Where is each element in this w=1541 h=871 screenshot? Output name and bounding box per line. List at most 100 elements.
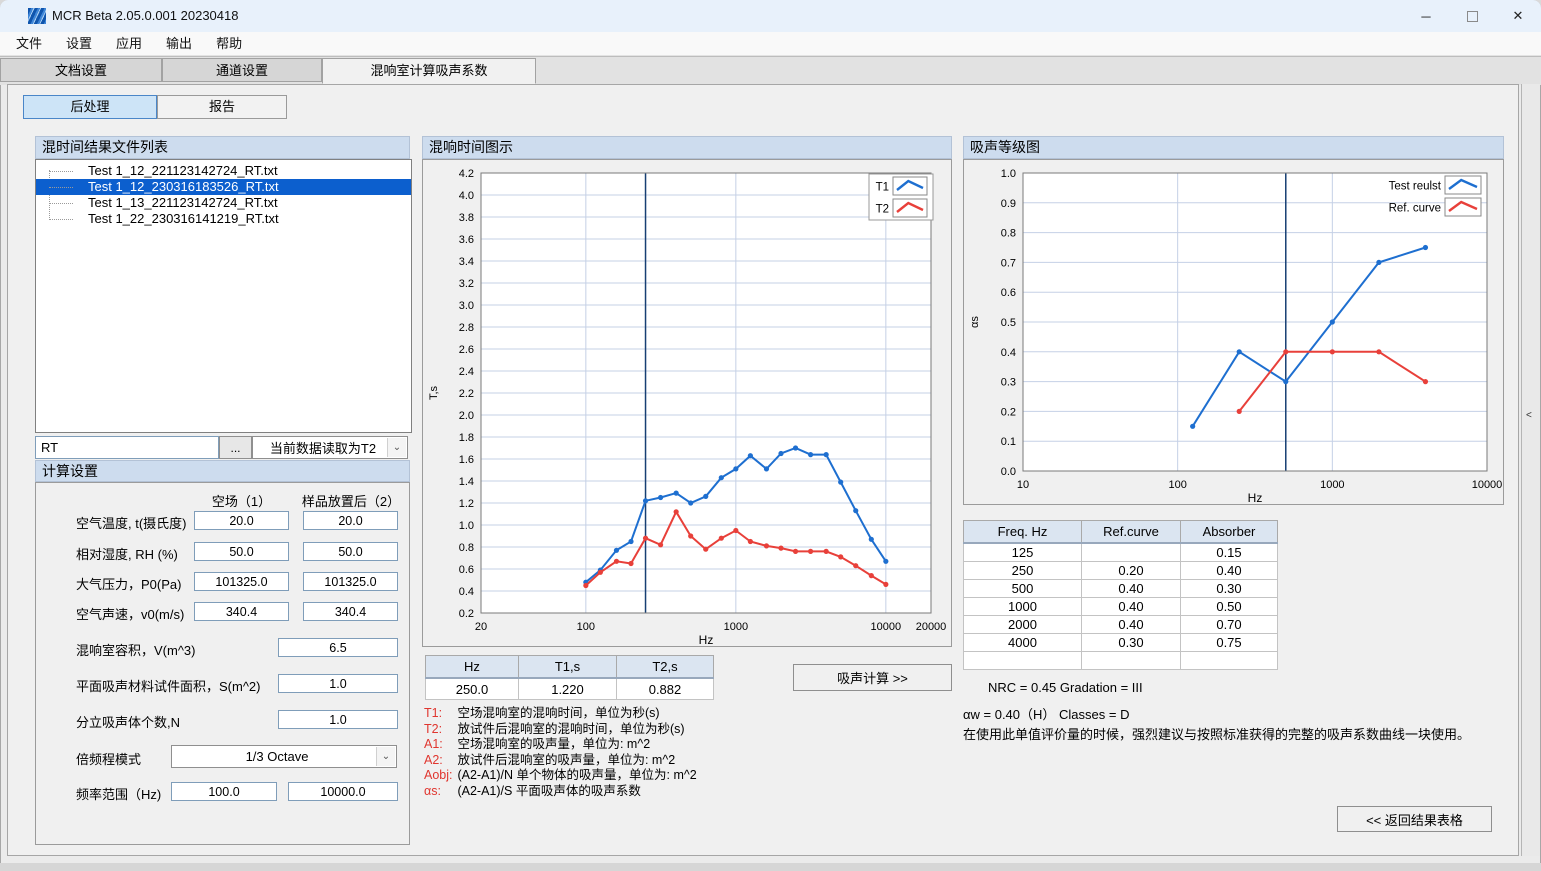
legend-notes: T1: 空场混响室的混响时间，单位为秒(s)T2: 放试件后混响室的混响时间，单…: [424, 706, 697, 800]
subtab-1[interactable]: 后处理: [23, 95, 157, 119]
calc-input-field2[interactable]: 50.0: [303, 542, 398, 561]
calc-input-field2[interactable]: 340.4: [303, 602, 398, 621]
y-tick-label: 0.5: [1001, 317, 1016, 329]
data-point: [688, 500, 693, 505]
y-tick-label: 3.8: [459, 212, 474, 224]
tab-3[interactable]: 混响室计算吸声系数: [322, 58, 536, 84]
tree-branch-icon: [49, 219, 73, 220]
y-tick-label: 0.0: [1001, 466, 1016, 478]
rt-chart-panel: 0.20.40.60.81.01.21.41.61.82.02.22.42.62…: [422, 159, 952, 647]
x-tick-label: 1000: [1320, 479, 1344, 491]
grade-table-cell: 0.40: [1082, 616, 1181, 634]
note-text: 空场混响室的吸声量，单位为: m^2: [454, 737, 650, 751]
rt-table-row[interactable]: 250.01.2200.882: [426, 678, 714, 700]
rt-chart-canvas: 0.20.40.60.81.01.21.41.61.82.02.22.42.62…: [423, 160, 951, 646]
calc-row-label: 大气压力，P0(Pa): [76, 574, 181, 593]
calc-input-field2[interactable]: 20.0: [303, 511, 398, 530]
y-tick-label: 1.8: [459, 432, 474, 444]
data-point: [614, 548, 619, 553]
file-list-item[interactable]: Test 1_13_221123142724_RT.txt: [36, 195, 411, 211]
calc-input-field1[interactable]: 101325.0: [194, 572, 289, 591]
grade-table-row[interactable]: 20000.400.70: [964, 616, 1278, 634]
grade-table-row[interactable]: 2500.200.40: [964, 562, 1278, 580]
absorption-calc-button[interactable]: 吸声计算 >>: [793, 664, 952, 691]
y-tick-label: 0.3: [1001, 377, 1016, 389]
calc-input-single[interactable]: 6.5: [278, 638, 398, 657]
file-list-item[interactable]: Test 1_12_221123142724_RT.txt: [36, 163, 411, 179]
aw-result: αw = 0.40（H） Classes = D: [963, 704, 1129, 723]
calc-input-field1[interactable]: 340.4: [194, 602, 289, 621]
y-tick-label: 1.0: [1001, 168, 1016, 180]
octave-mode-dropdown[interactable]: 1/3 Octave⌄: [171, 745, 397, 768]
menu-item[interactable]: 应用: [104, 32, 154, 55]
y-tick-label: 0.4: [459, 586, 474, 598]
grade-table-row[interactable]: 40000.300.75: [964, 634, 1278, 652]
menu-item[interactable]: 帮助: [204, 32, 254, 55]
grade-table-header-cell: Freq. Hz: [964, 521, 1082, 544]
x-tick-label: 100: [1168, 479, 1186, 491]
x-tick-label: 100: [577, 621, 595, 633]
window-title: MCR Beta 2.05.0.001 20230418: [52, 8, 238, 23]
calc-input-single[interactable]: 1.0: [278, 674, 398, 693]
col-header-empty-field: 空场（1）: [194, 491, 289, 510]
calc-input-field2[interactable]: 101325.0: [303, 572, 398, 591]
grade-table-header-cell: Ref.curve: [1082, 521, 1181, 544]
grade-table-row[interactable]: 10000.400.50: [964, 598, 1278, 616]
note-key: T2:: [424, 722, 454, 738]
maximize-button[interactable]: [1449, 0, 1495, 32]
subtab-2[interactable]: 报告: [157, 95, 287, 119]
tab-1[interactable]: 文档设置: [0, 58, 162, 82]
calc-input-field1[interactable]: 20.0: [194, 511, 289, 530]
data-mode-dropdown[interactable]: 当前数据读取为T2 ⌄: [252, 436, 408, 459]
window-bottom-edge: [0, 863, 1541, 871]
browse-button[interactable]: ...: [219, 436, 252, 459]
menu-item[interactable]: 设置: [54, 32, 104, 55]
data-point: [748, 539, 753, 544]
grade-table-cell: 250: [964, 562, 1082, 580]
data-point: [658, 542, 663, 547]
grade-table-row[interactable]: 5000.400.30: [964, 580, 1278, 598]
titlebar: MCR Beta 2.05.0.001 20230418 ─ ✕: [0, 0, 1541, 32]
data-point: [719, 536, 724, 541]
grade-table-cell: [1082, 652, 1181, 670]
return-results-button[interactable]: << 返回结果表格: [1337, 806, 1492, 832]
side-splitter[interactable]: <: [1521, 84, 1540, 856]
tab-strip: 文档设置通道设置混响室计算吸声系数: [0, 56, 1541, 85]
grade-table-cell: 1000: [964, 598, 1082, 616]
data-point: [703, 547, 708, 552]
rt-name-input[interactable]: RT: [35, 436, 219, 459]
legend-label: Test reulst: [1389, 181, 1442, 193]
x-tick-label: 10000: [1472, 479, 1503, 491]
data-point: [778, 546, 783, 551]
data-point: [1283, 379, 1288, 384]
y-tick-label: 4.2: [459, 168, 474, 180]
grade-table-row[interactable]: 1250.15: [964, 543, 1278, 562]
y-tick-label: 0.9: [1001, 198, 1016, 210]
calc-input-field1[interactable]: 50.0: [194, 542, 289, 561]
chevron-down-icon[interactable]: ⌄: [376, 747, 395, 766]
x-tick-label: 10000: [871, 621, 902, 633]
close-button[interactable]: ✕: [1495, 0, 1541, 32]
tab-2[interactable]: 通道设置: [162, 58, 322, 82]
freq-range-max[interactable]: 10000.0: [288, 782, 398, 801]
rt-table-header-cell: T1,s: [519, 656, 617, 679]
file-list-item[interactable]: Test 1_22_230316141219_RT.txt: [36, 211, 411, 227]
chevron-down-icon[interactable]: ⌄: [387, 438, 406, 457]
menu-item[interactable]: 文件: [4, 32, 54, 55]
grade-table-cell: [1082, 543, 1181, 562]
y-tick-label: 2.6: [459, 344, 474, 356]
minimize-button[interactable]: ─: [1403, 0, 1449, 32]
y-tick-label: 0.8: [459, 542, 474, 554]
grade-table-cell: 0.70: [1181, 616, 1278, 634]
freq-range-min[interactable]: 100.0: [171, 782, 277, 801]
y-tick-label: 0.2: [459, 608, 474, 620]
calc-input-single[interactable]: 1.0: [278, 710, 398, 729]
grade-table-row[interactable]: [964, 652, 1278, 670]
rt-result-table: HzT1,sT2,s250.01.2200.882: [425, 655, 714, 700]
collapse-left-icon[interactable]: <: [1526, 410, 1532, 421]
file-list-item[interactable]: Test 1_12_230316183526_RT.txt: [36, 179, 411, 195]
y-tick-label: 0.7: [1001, 257, 1016, 269]
menu-item[interactable]: 输出: [154, 32, 204, 55]
data-point: [1283, 349, 1288, 354]
data-mode-value: 当前数据读取为T2: [270, 438, 376, 457]
